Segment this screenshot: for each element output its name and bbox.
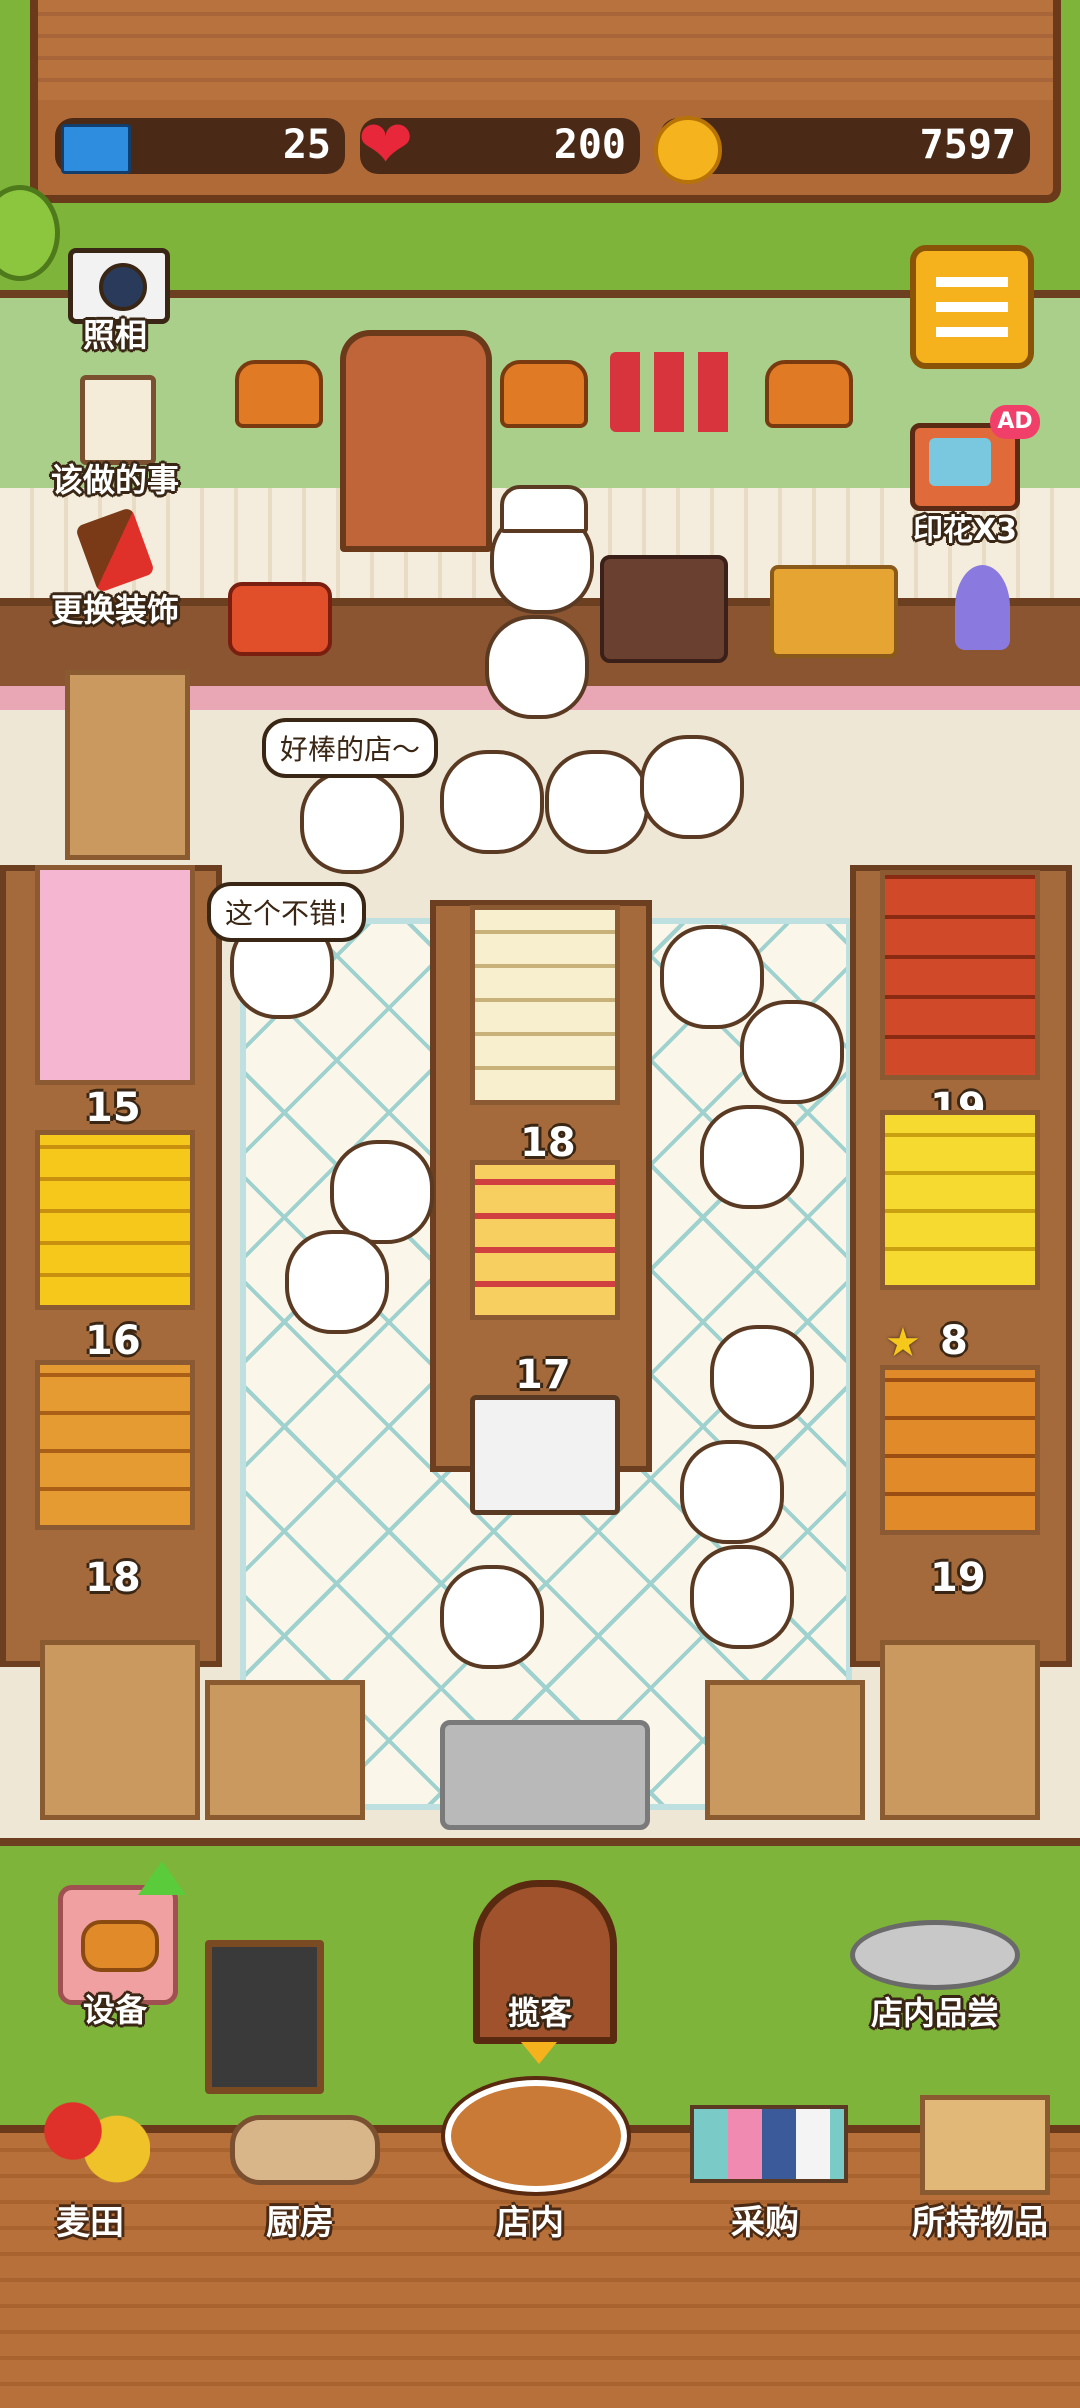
pointer-arrow [521,2042,557,2064]
menu-icon [936,277,1008,337]
tasting-plate-icon [850,1920,1020,1990]
storage-crate [880,1640,1040,1820]
brush-icon [74,506,156,594]
customer[interactable] [545,750,649,854]
shelf-slot[interactable] [880,1365,1040,1535]
nav-label: 厨房 [266,2203,334,2243]
shelf-slot[interactable] [880,1110,1040,1290]
cash-register [600,555,728,663]
cutlery-stand [470,1395,620,1515]
bread-cabinet [340,330,492,552]
shelf-count: 18 [85,1555,141,1601]
flower-vase [955,565,1010,650]
kitchen-icon [230,2115,380,2185]
chef-hat [500,485,588,533]
shelf-slot[interactable] [470,1160,620,1320]
speech-bubble: 好棒的店～ [262,718,439,778]
wheat-icon [40,2095,150,2185]
customer[interactable] [690,1545,794,1649]
todo-button[interactable]: 该做的事 [30,375,200,499]
heart-icon: ❤ [358,106,414,183]
box-icon [920,2095,1050,2195]
shelf-count: 19 [930,1555,986,1601]
camera-label: 照相 [82,316,147,354]
star-icon: ★ [885,1320,921,1366]
shop-icon [690,2105,848,2183]
shelf-slot[interactable] [35,865,195,1085]
nav-wheat-field[interactable]: 麦田 [0,2085,190,2250]
coin-count: 7597 [919,122,1016,168]
nav-inventory[interactable]: 所持物品 [880,2085,1080,2250]
bread-basket-icon [445,2080,627,2192]
customer[interactable] [700,1105,804,1209]
nav-label: 采购 [731,2203,799,2243]
cardboard-box [65,670,190,860]
stamp-ad-button[interactable]: AD 印花X3 [880,395,1050,548]
decorate-label: 更换装饰 [50,591,179,629]
ticket-icon [61,124,131,174]
camera-button[interactable]: 照相 [60,240,170,354]
customer[interactable] [440,750,544,854]
ticket-counter: 25 [55,118,345,174]
nav-shop[interactable]: 店内 [435,2070,627,2250]
menu-blackboard[interactable] [205,1940,324,2094]
shelf-slot[interactable] [35,1360,195,1530]
equipment-label: 设备 [82,1991,147,2029]
clipboard-icon [80,375,156,465]
tasting-button[interactable]: 店内品尝 [840,1880,1030,2032]
shelf-count: 8 [940,1318,968,1364]
menu-button[interactable] [910,245,1034,369]
greet-customers-button[interactable]: 揽客 [455,1870,625,2050]
storage-crate [205,1680,365,1820]
nav-label: 麦田 [56,2203,124,2243]
customer[interactable] [660,925,764,1029]
customer[interactable] [300,770,404,874]
nav-kitchen[interactable]: 厨房 [210,2085,390,2250]
lamp [765,360,853,428]
greet-label: 揽客 [507,1994,572,2032]
shelf-slot[interactable] [470,905,620,1105]
shelf-slot[interactable] [880,870,1040,1080]
play-icon [929,438,991,486]
heart-count: 200 [553,122,626,168]
customer[interactable] [330,1140,434,1244]
lamp [500,360,588,428]
decorate-button[interactable]: 更换装饰 [30,506,200,630]
storage-crate [705,1680,865,1820]
shelf-count: 15 [85,1085,141,1131]
shelf-count: 16 [85,1318,141,1364]
bottles [610,352,740,432]
customer[interactable] [440,1565,544,1669]
honey-jars [770,565,898,658]
ad-badge: AD [990,405,1040,439]
customer[interactable] [640,735,744,839]
customer[interactable] [485,615,589,719]
telephone-icon [228,582,332,656]
shelf-slot[interactable] [35,1130,195,1310]
nav-label: 店内 [496,2203,564,2243]
customer[interactable] [740,1000,844,1104]
customer[interactable] [710,1325,814,1429]
equipment-button[interactable]: 设备 [50,1861,190,2035]
coin-icon [654,116,722,184]
nav-label: 所持物品 [912,2203,1048,2243]
todo-label: 该做的事 [50,461,179,499]
customer[interactable] [680,1440,784,1544]
ticket-count: 25 [282,122,331,168]
storage-crate [40,1640,200,1820]
lamp [235,360,323,428]
speech-bubble: 这个不错! [207,882,367,942]
nav-purchase[interactable]: 采购 [670,2085,860,2250]
stamp-label: 印花X3 [912,513,1017,548]
tasting-label: 店内品尝 [870,1994,999,2032]
doormat [440,1720,650,1830]
arrow-up-icon [138,1861,186,1895]
shelf-count: 17 [515,1352,571,1398]
customer[interactable] [285,1230,389,1334]
